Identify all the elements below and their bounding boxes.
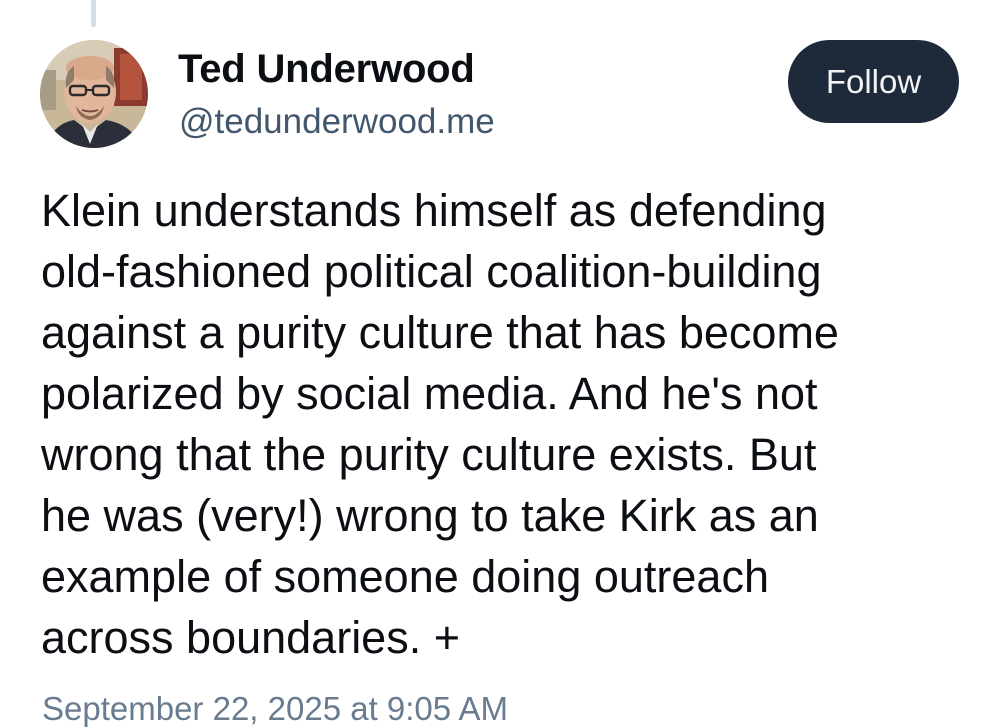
- post-text: Klein understands himself as defending o…: [41, 180, 981, 668]
- avatar-photo: [40, 40, 148, 148]
- author-handle[interactable]: @tedunderwood.me: [179, 102, 495, 142]
- follow-button[interactable]: Follow: [788, 40, 959, 123]
- post-text-line: example of someone doing outreach: [41, 551, 769, 602]
- post-text-line: polarized by social media. And he's not: [41, 368, 818, 419]
- thread-connector-line: [91, 0, 96, 27]
- post-text-line: Klein understands himself as defending: [41, 185, 827, 236]
- author-name[interactable]: Ted Underwood: [178, 47, 475, 92]
- post-text-line: across boundaries. +: [41, 612, 460, 663]
- post-timestamp[interactable]: September 22, 2025 at 9:05 AM: [42, 690, 508, 728]
- post-text-line: wrong that the purity culture exists. Bu…: [41, 429, 817, 480]
- post-text-line: old-fashioned political coalition-buildi…: [41, 246, 822, 297]
- post-text-line: against a purity culture that has become: [41, 307, 839, 358]
- avatar[interactable]: [40, 40, 148, 148]
- post-text-line: he was (very!) wrong to take Kirk as an: [41, 490, 819, 541]
